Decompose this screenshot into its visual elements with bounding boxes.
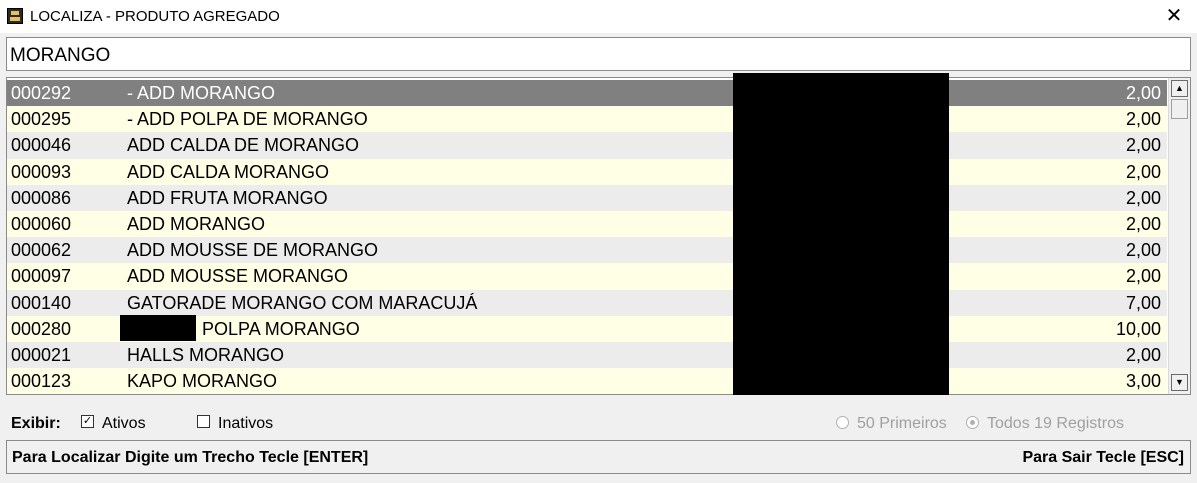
table-row[interactable]: 000097 ADD MOUSSE MORANGO 2,00 xyxy=(7,263,1167,290)
row-code: 000060 xyxy=(11,213,72,234)
row-code: 000093 xyxy=(11,161,72,182)
table-row[interactable]: 000295 - ADD POLPA DE MORANGO 2,00 xyxy=(7,106,1167,133)
row-name: ADD MOUSSE DE MORANGO xyxy=(127,240,379,261)
row-name: KAPO MORANGO xyxy=(127,371,278,392)
scroll-up-button[interactable]: ▲ xyxy=(1171,80,1188,97)
table-row[interactable]: 000093 ADD CALDA MORANGO 2,00 xyxy=(7,158,1167,185)
ativos-checkbox[interactable]: ✓ xyxy=(81,415,94,428)
row-name: ADD CALDA MORANGO xyxy=(127,161,330,182)
row-price: 2,00 xyxy=(1125,240,1161,261)
vertical-scrollbar[interactable]: ▲ ▼ xyxy=(1168,78,1190,394)
table-row[interactable]: 000060 ADD MORANGO 2,00 xyxy=(7,210,1167,238)
row-name: GATORADE MORANGO COM MARACUJÁ xyxy=(127,292,478,313)
search-input[interactable] xyxy=(6,37,1191,71)
row-price: 7,00 xyxy=(1125,292,1161,313)
scroll-down-button[interactable]: ▼ xyxy=(1171,374,1188,391)
status-hint-exit: Para Sair Tecle [ESC] xyxy=(1022,449,1184,466)
redacted-column xyxy=(733,73,949,395)
row-name: HALLS MORANGO xyxy=(127,344,285,365)
row-code: 000292 xyxy=(11,83,72,103)
row-price: 2,00 xyxy=(1125,161,1161,182)
table-row[interactable]: 000046 ADD CALDA DE MORANGO 2,00 xyxy=(7,132,1167,159)
primeiros-radio[interactable] xyxy=(836,416,849,429)
todos-radio[interactable] xyxy=(966,416,979,429)
status-bar: Para Localizar Digite um Trecho Tecle [E… xyxy=(6,440,1191,474)
row-price: 2,00 xyxy=(1125,344,1161,365)
todos-label[interactable]: Todos 19 Registros xyxy=(987,415,1124,433)
table-row[interactable]: 000086 ADD FRUTA MORANGO 2,00 xyxy=(7,184,1167,211)
row-code: 000021 xyxy=(11,344,72,365)
scroll-thumb[interactable] xyxy=(1171,99,1188,119)
row-code: 000140 xyxy=(11,292,72,313)
inativos-checkbox[interactable] xyxy=(197,415,210,428)
row-code: 000062 xyxy=(11,240,72,261)
results-table: 000292 - ADD MORANGO 2,00 000295 - ADD POLPA… xyxy=(7,80,1167,395)
row-price: 10,00 xyxy=(1115,318,1161,339)
row-name: - ADD POLPA DE MORANGO xyxy=(127,109,368,130)
row-name: - ADD MORANGO xyxy=(127,83,276,103)
window-title: LOCALIZA - PRODUTO AGREGADO xyxy=(30,8,280,25)
title-bar: LOCALIZA - PRODUTO AGREGADO ✕ xyxy=(0,0,1197,33)
inativos-label[interactable]: Inativos xyxy=(218,415,273,433)
primeiros-label[interactable]: 50 Primeiros xyxy=(857,415,947,433)
filter-bar: Exibir: ✓ Ativos Inativos 50 Primeiros T… xyxy=(6,405,1191,435)
table-row[interactable]: 000062 ADD MOUSSE DE MORANGO 2,00 xyxy=(7,237,1167,264)
register-icon xyxy=(7,8,23,24)
close-button[interactable]: ✕ xyxy=(1151,0,1197,33)
table-row[interactable]: 000140 GATORADE MORANGO COM MARACUJÁ 7,00 xyxy=(7,289,1167,316)
row-price: 2,00 xyxy=(1125,266,1161,287)
redacted-cell xyxy=(120,315,196,341)
row-price: 2,00 xyxy=(1125,213,1161,234)
row-code: 000280 xyxy=(11,318,72,339)
row-price: 2,00 xyxy=(1125,187,1161,208)
row-name: ADD MOUSSE MORANGO xyxy=(127,266,349,287)
row-name: ADD MORANGO xyxy=(127,213,266,234)
row-price: 3,00 xyxy=(1125,371,1161,392)
results-grid: 000292 - ADD MORANGO 2,00 000295 - ADD POLPA… xyxy=(6,73,1191,395)
filter-label: Exibir: xyxy=(11,415,61,432)
row-code: 000097 xyxy=(11,266,72,287)
row-code: 000046 xyxy=(11,135,72,156)
row-price: 2,00 xyxy=(1125,109,1161,130)
status-hint-search: Para Localizar Digite um Trecho Tecle [E… xyxy=(12,449,369,466)
row-code: 000086 xyxy=(11,187,72,208)
row-price: 2,00 xyxy=(1125,135,1161,156)
table-row[interactable]: 000123 KAPO MORANGO 3,00 xyxy=(7,368,1167,395)
ativos-label[interactable]: Ativos xyxy=(102,415,146,433)
table-row[interactable]: 000292 - ADD MORANGO 2,00 xyxy=(7,80,1167,107)
row-name: ADD FRUTA MORANGO xyxy=(127,187,328,208)
row-code: 000123 xyxy=(11,371,72,392)
table-row[interactable]: 000021 HALLS MORANGO 2,00 xyxy=(7,341,1167,369)
row-name: POLPA MORANGO xyxy=(202,318,360,339)
row-name: ADD CALDA DE MORANGO xyxy=(127,135,360,156)
row-code: 000295 xyxy=(11,109,72,130)
row-price: 2,00 xyxy=(1125,83,1161,103)
